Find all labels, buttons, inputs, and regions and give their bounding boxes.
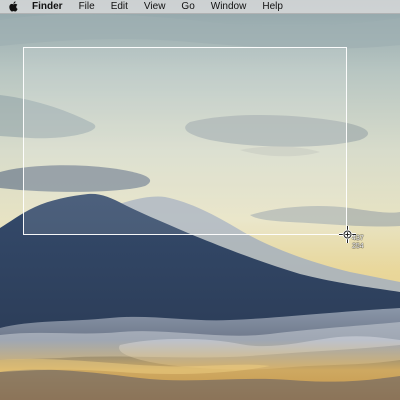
menu-view[interactable]: View — [136, 0, 174, 14]
menu-file[interactable]: File — [71, 0, 103, 14]
desktop-screen: Finder File Edit View Go Window Help 437… — [0, 0, 400, 400]
screenshot-selection-rect[interactable] — [23, 47, 347, 235]
menu-bar: Finder File Edit View Go Window Help — [0, 0, 400, 14]
menu-edit[interactable]: Edit — [103, 0, 136, 14]
menu-window[interactable]: Window — [203, 0, 255, 14]
coord-y: 254 — [352, 242, 364, 250]
menu-go[interactable]: Go — [173, 0, 202, 14]
apple-icon[interactable] — [0, 0, 26, 14]
coord-x: 437 — [352, 235, 364, 242]
menu-help[interactable]: Help — [254, 0, 291, 14]
cursor-coordinates: 437 254 — [352, 235, 364, 250]
menu-finder[interactable]: Finder — [26, 0, 71, 14]
